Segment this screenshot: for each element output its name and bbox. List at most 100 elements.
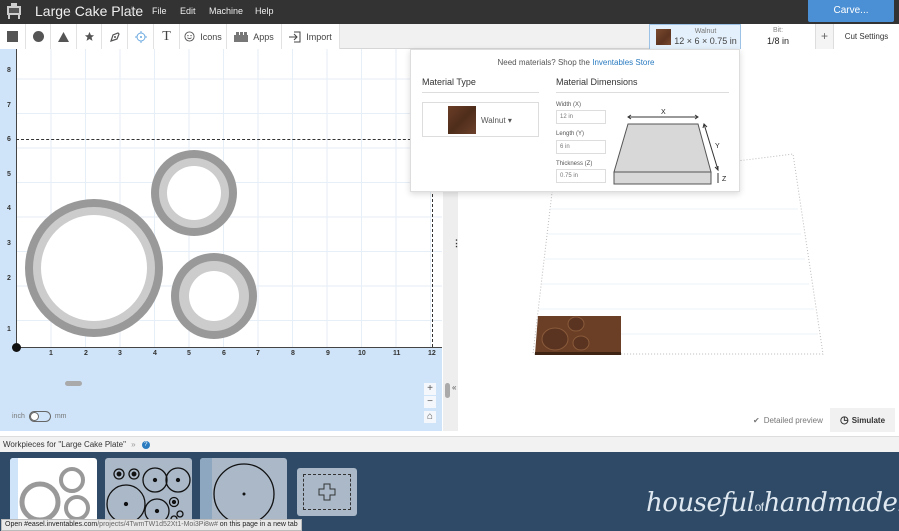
apps-button[interactable]: Apps <box>227 24 282 49</box>
material-boundary-top <box>16 139 436 140</box>
top-small-ring[interactable] <box>151 150 237 236</box>
x-axis <box>16 347 442 348</box>
material-dimensions-title: Material Dimensions <box>556 77 729 93</box>
origin-point <box>12 343 21 352</box>
apps-label: Apps <box>253 31 274 42</box>
menu-help[interactable]: Help <box>255 6 274 16</box>
zoom-out-button[interactable]: − <box>424 396 436 408</box>
menu-file[interactable]: File <box>152 6 167 16</box>
x-tick: 10 <box>358 350 366 357</box>
square-tool[interactable] <box>0 24 26 49</box>
pen-icon <box>109 31 120 42</box>
menu-machine[interactable]: Machine <box>209 6 243 16</box>
import-button[interactable]: Import <box>282 24 340 49</box>
point-tool[interactable] <box>128 24 154 49</box>
vertical-scrollbar[interactable] <box>445 383 450 398</box>
star-tool[interactable] <box>77 24 102 49</box>
inventables-store-link[interactable]: Inventables Store <box>592 58 654 67</box>
import-label: Import <box>306 31 332 42</box>
walnut-swatch <box>448 106 476 134</box>
bit-value: 1/8 in <box>766 36 790 46</box>
checkmark-icon: ✔ <box>753 415 760 425</box>
smiley-icon <box>184 31 195 42</box>
easel-pro-logo-icon[interactable] <box>6 3 22 20</box>
horizontal-scrollbar[interactable] <box>65 381 82 386</box>
zoom-in-button[interactable]: + <box>424 383 436 395</box>
crosshair-icon <box>134 30 147 43</box>
clock-icon: ◷ <box>839 414 849 426</box>
home-view-button[interactable]: ⌂ <box>424 411 436 423</box>
text-tool[interactable]: T <box>154 24 180 49</box>
top-bar: Large Cake Plate ☆ File Edit Machine Hel… <box>0 0 899 24</box>
material-type-title: Material Type <box>422 77 539 93</box>
width-label: Width (X) <box>556 102 582 108</box>
help-icon[interactable]: ? <box>141 440 150 449</box>
bit-label: Bit: <box>772 27 784 34</box>
thickness-input[interactable]: 0.75 in <box>556 169 606 183</box>
length-label: Length (Y) <box>556 131 585 137</box>
unit-inch-label: inch <box>12 413 25 420</box>
circle-tool[interactable] <box>26 24 51 49</box>
bit-button[interactable]: Bit: 1/8 in <box>741 24 815 49</box>
star-icon <box>84 31 94 41</box>
x-tick: 1 <box>49 350 53 357</box>
workpiece-thumb-3[interactable] <box>200 458 287 524</box>
diagram-y-label: Y <box>715 143 720 150</box>
x-tick: 6 <box>222 350 226 357</box>
circle-icon <box>32 31 44 42</box>
unit-toggle[interactable]: inch mm <box>12 411 67 422</box>
y-tick: 3 <box>7 240 11 247</box>
material-type-select[interactable]: Walnut ▾ <box>422 102 539 137</box>
y-tick: 4 <box>7 205 11 212</box>
y-axis <box>16 49 17 347</box>
status-bar-url: Open #easel.inventables.com/projects/4Tw… <box>1 519 302 531</box>
expand-chevron-icon[interactable]: » <box>131 440 135 449</box>
store-note: Need materials? Shop the Inventables Sto… <box>411 58 741 67</box>
triangle-icon <box>58 31 69 42</box>
material-dimensions: 12 × 6 × 0.75 in <box>674 36 737 46</box>
carve-button[interactable]: Carve... <box>808 0 894 22</box>
favorite-star-icon[interactable]: ☆ <box>127 4 137 17</box>
add-workpiece-button[interactable] <box>297 468 357 516</box>
y-tick: 5 <box>7 171 11 178</box>
large-cake-ring[interactable] <box>25 199 163 337</box>
houseful-of-handmade-watermark: housefulofhandmade.com <box>646 488 899 518</box>
diagram-z-label: Z <box>722 176 727 183</box>
x-tick: 11 <box>393 350 401 357</box>
x-tick: 12 <box>428 350 436 357</box>
material-button[interactable]: Walnut 12 × 6 × 0.75 in <box>649 24 741 49</box>
store-note-text: Need materials? Shop the <box>497 58 593 67</box>
square-icon <box>7 31 18 42</box>
x-tick: 2 <box>84 350 88 357</box>
apps-brick-icon <box>234 31 249 42</box>
triangle-tool[interactable] <box>51 24 77 49</box>
icons-button[interactable]: Icons <box>180 24 227 49</box>
pen-tool[interactable] <box>102 24 128 49</box>
unit-switch[interactable] <box>28 411 51 422</box>
menu-edit[interactable]: Edit <box>180 6 196 16</box>
material-dimension-diagram: X Y Z <box>613 109 727 185</box>
add-bit-button[interactable]: + <box>815 24 834 49</box>
workpieces-title: Workpieces for "Large Cake Plate" <box>3 440 126 449</box>
workpiece-thumb-2[interactable] <box>105 458 192 524</box>
walnut-workpiece-3d <box>535 316 621 355</box>
x-tick: 9 <box>326 350 330 357</box>
bottom-small-ring[interactable] <box>171 253 257 339</box>
collapse-preview-icon[interactable]: « <box>452 383 456 392</box>
simulate-label: Simulate <box>851 415 886 425</box>
y-tick: 2 <box>7 275 11 282</box>
detailed-preview-toggle[interactable]: ✔ Detailed preview <box>753 408 823 432</box>
workpiece-thumb-current[interactable] <box>10 458 97 524</box>
y-tick: 6 <box>7 136 11 143</box>
design-canvas[interactable]: 1 2 3 4 5 6 7 8 1 2 3 4 5 6 7 8 9 10 11 … <box>0 49 442 431</box>
width-input[interactable]: 12 in <box>556 110 606 124</box>
length-input[interactable]: 6 in <box>556 140 606 154</box>
unit-mm-label: mm <box>54 413 67 420</box>
simulate-button[interactable]: ◷ Simulate <box>830 408 895 432</box>
home-icon: ⌂ <box>426 411 434 422</box>
text-icon: T <box>162 28 171 44</box>
x-tick: 4 <box>153 350 157 357</box>
icons-label: Icons <box>200 31 222 42</box>
cut-settings-button[interactable]: Cut Settings <box>834 24 899 49</box>
import-icon <box>289 31 301 42</box>
